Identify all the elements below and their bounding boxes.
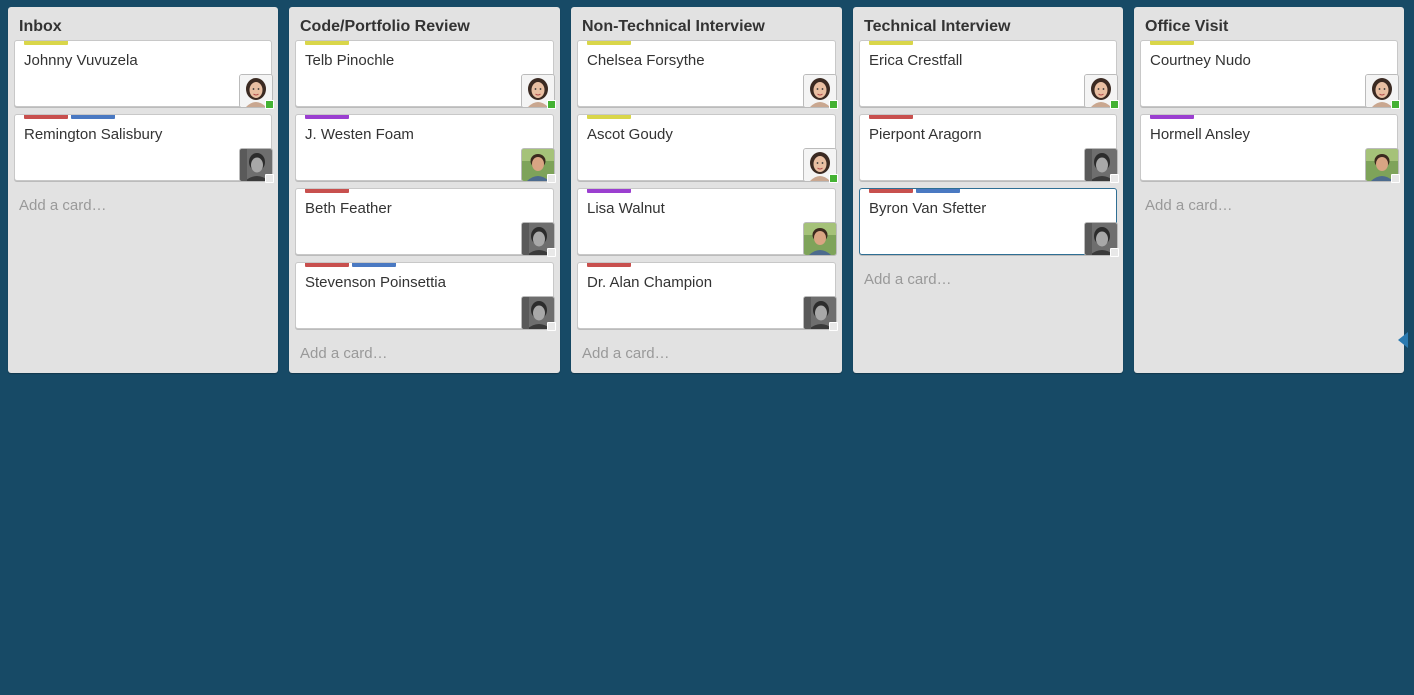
list-column: Technical Interview Erica Crestfall Pierpo…	[853, 7, 1123, 373]
card[interactable]: Pierpont Aragorn	[859, 114, 1119, 183]
list-column: Office Visit Courtney Nudo Hormell Ansley A…	[1134, 7, 1404, 373]
card-labels	[587, 189, 631, 193]
card-title: Telb Pinochle	[305, 52, 395, 69]
card-title: Stevenson Poinsettia	[305, 274, 446, 291]
card-labels	[1150, 115, 1194, 119]
member-status-icon	[829, 100, 838, 109]
member-status-icon	[829, 174, 838, 183]
label-yellow	[587, 115, 631, 119]
member-status-icon	[547, 174, 556, 183]
card[interactable]: Chelsea Forsythe	[577, 40, 838, 109]
card[interactable]: Stevenson Poinsettia	[295, 262, 556, 331]
card-title: Courtney Nudo	[1150, 52, 1251, 69]
list-title[interactable]: Office Visit	[1140, 7, 1398, 40]
list-title[interactable]: Technical Interview	[859, 7, 1117, 40]
card-title: Ascot Goudy	[587, 126, 673, 143]
member-status-icon	[1391, 174, 1400, 183]
member-status-icon	[829, 322, 838, 331]
card-labels	[869, 189, 960, 193]
avatar-man-color-icon[interactable]	[803, 222, 837, 256]
label-purple	[587, 189, 631, 193]
card[interactable]: J. Westen Foam	[295, 114, 556, 183]
card-title: Chelsea Forsythe	[587, 52, 705, 69]
card-labels	[305, 115, 349, 119]
member-status-icon	[1110, 248, 1119, 257]
list-column: Inbox Johnny Vuvuzela Remington Salisbury A…	[8, 7, 278, 373]
label-red	[869, 115, 913, 119]
member-status-icon	[1110, 100, 1119, 109]
label-red	[24, 115, 68, 119]
label-purple	[1150, 115, 1194, 119]
add-card-link[interactable]: Add a card…	[1140, 188, 1398, 217]
list-column: Code/Portfolio Review Telb Pinochle J. Wes…	[289, 7, 560, 373]
label-red	[587, 263, 631, 267]
card-title: Erica Crestfall	[869, 52, 963, 69]
card-labels	[305, 41, 349, 45]
card-title: Johnny Vuvuzela	[24, 52, 138, 69]
card[interactable]: Byron Van Sfetter	[859, 188, 1119, 257]
add-card-link[interactable]: Add a card…	[14, 188, 272, 217]
member-status-icon	[547, 248, 556, 257]
card-labels	[869, 41, 913, 45]
card-labels	[587, 115, 631, 119]
card-labels	[24, 41, 68, 45]
card-labels	[1150, 41, 1194, 45]
sidebar-toggle-arrow-icon[interactable]	[1398, 332, 1408, 348]
card-title: Hormell Ansley	[1150, 126, 1251, 143]
add-card-link[interactable]: Add a card…	[295, 336, 554, 365]
member-status-icon	[547, 100, 556, 109]
card-labels	[587, 41, 631, 45]
label-yellow	[869, 41, 913, 45]
card-title: Remington Salisbury	[24, 126, 163, 143]
card-labels	[305, 263, 396, 267]
card[interactable]: Remington Salisbury	[14, 114, 274, 183]
board: Inbox Johnny Vuvuzela Remington Salisbury A…	[8, 7, 1414, 373]
card[interactable]: Ascot Goudy	[577, 114, 838, 183]
card-labels	[587, 263, 631, 267]
label-red	[305, 189, 349, 193]
label-purple	[305, 115, 349, 119]
label-blue	[352, 263, 396, 267]
card[interactable]: Lisa Walnut	[577, 188, 837, 256]
card[interactable]: Erica Crestfall	[859, 40, 1119, 109]
label-yellow	[1150, 41, 1194, 45]
card[interactable]: Courtney Nudo	[1140, 40, 1400, 109]
list-title[interactable]: Code/Portfolio Review	[295, 7, 554, 40]
card-title: Lisa Walnut	[587, 200, 665, 217]
card-title: Byron Van Sfetter	[869, 200, 987, 217]
label-red	[869, 189, 913, 193]
list-title[interactable]: Inbox	[14, 7, 272, 40]
card-title: Pierpont Aragorn	[869, 126, 982, 143]
label-blue	[916, 189, 960, 193]
card-title: Beth Feather	[305, 200, 392, 217]
add-card-link[interactable]: Add a card…	[577, 336, 836, 365]
label-red	[305, 263, 349, 267]
label-yellow	[305, 41, 349, 45]
card-labels	[869, 115, 913, 119]
card[interactable]: Hormell Ansley	[1140, 114, 1400, 183]
card[interactable]: Beth Feather	[295, 188, 556, 257]
card-labels	[24, 115, 115, 119]
list-title[interactable]: Non-Technical Interview	[577, 7, 836, 40]
member-status-icon	[265, 174, 274, 183]
label-yellow	[587, 41, 631, 45]
card-title: Dr. Alan Champion	[587, 274, 713, 291]
list-column: Non-Technical Interview Chelsea Forsythe A…	[571, 7, 842, 373]
card[interactable]: Telb Pinochle	[295, 40, 556, 109]
card[interactable]: Dr. Alan Champion	[577, 262, 838, 331]
add-card-link[interactable]: Add a card…	[859, 262, 1117, 291]
card[interactable]: Johnny Vuvuzela	[14, 40, 274, 109]
card-labels	[305, 189, 349, 193]
label-yellow	[24, 41, 68, 45]
member-status-icon	[1110, 174, 1119, 183]
member-status-icon	[547, 322, 556, 331]
member-status-icon	[1391, 100, 1400, 109]
label-blue	[71, 115, 115, 119]
card-title: J. Westen Foam	[305, 126, 414, 143]
member-status-icon	[265, 100, 274, 109]
